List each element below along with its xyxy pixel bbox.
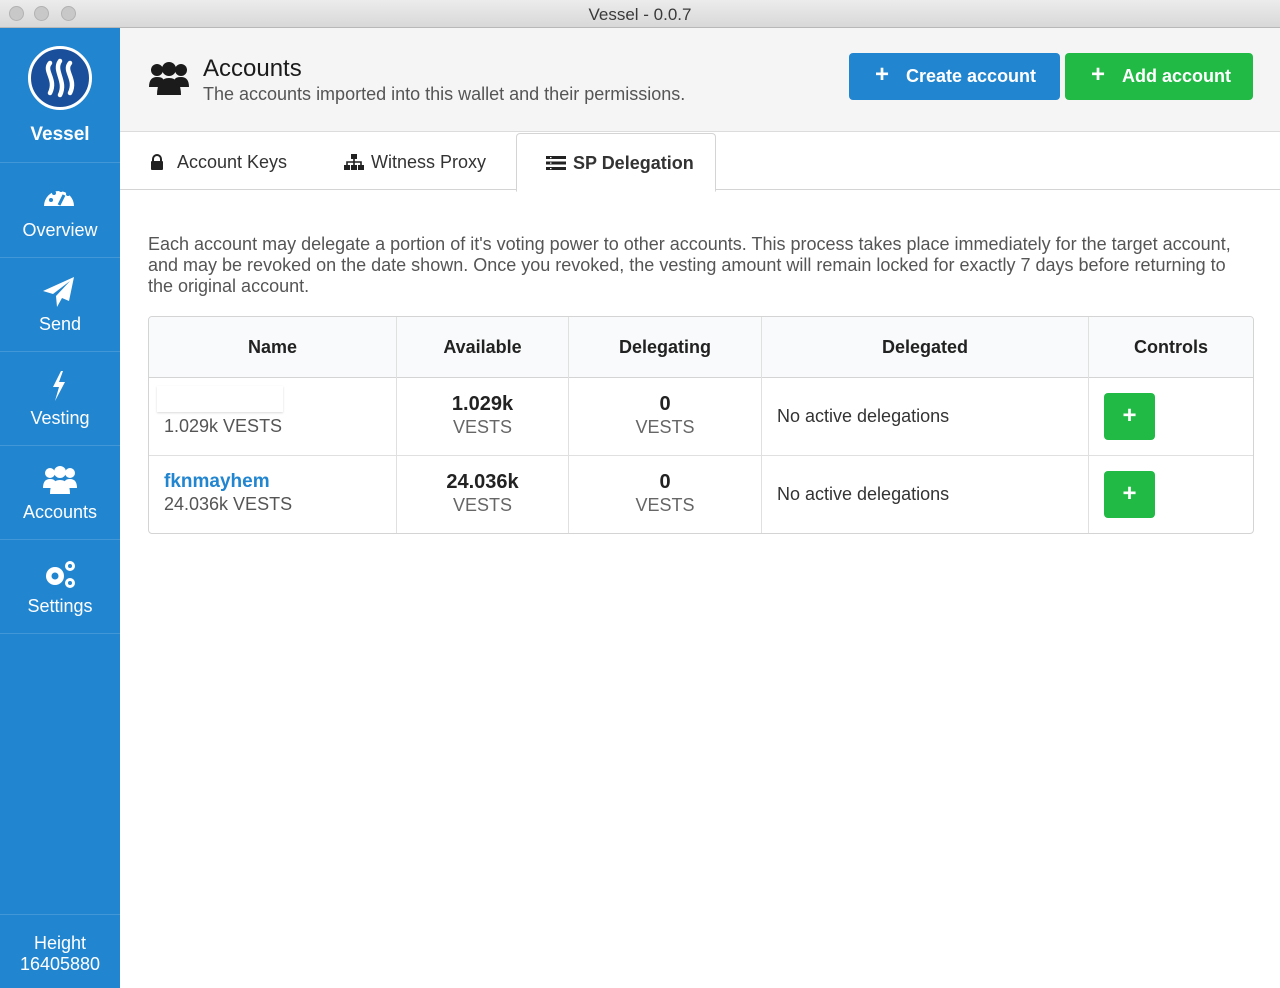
delegating-unit: VESTS [635,495,695,515]
tab-label: Account Keys [177,152,288,172]
sidebar-item-settings[interactable]: Settings [0,540,120,634]
brand-name: Vessel [30,124,90,145]
add-delegation-button[interactable]: + [1104,471,1155,518]
create-account-button[interactable]: + Create account [849,53,1060,100]
account-cell: fknmayhem 24.036k VESTS [149,456,397,533]
delegating-cell: 0 VESTS [569,456,762,533]
paper-plane-icon [43,277,74,307]
steem-logo-icon [28,46,92,110]
tab-label: Witness Proxy [371,152,487,172]
sitemap-icon [344,154,364,170]
available-cell: 24.036k VESTS [397,456,569,533]
lock-icon [151,154,163,170]
page-title: Accounts [203,55,302,82]
delegating-unit: VESTS [635,417,695,437]
account-cell: 1.029k VESTS [149,378,397,456]
sidebar-item-label: Settings [27,596,93,616]
available-unit: VESTS [452,495,513,515]
column-header-delegating: Delegating [569,317,762,378]
tab-label: SP Delegation [573,153,694,173]
delegating-value: 0 [659,471,671,493]
sidebar-item-accounts[interactable]: Accounts [0,446,120,540]
available-value: 1.029k [451,393,514,415]
page-header: Accounts The accounts imported into this… [120,28,1280,132]
available-cell: 1.029k VESTS [397,378,569,456]
plus-icon: + [875,61,890,88]
sidebar-item-label: Overview [22,220,98,240]
account-vests: 24.036k VESTS [164,494,293,514]
add-account-label: Add account [1122,66,1232,86]
redacted-account-name [157,386,283,412]
add-delegation-button[interactable]: + [1104,393,1155,440]
block-height: Height 16405880 [0,914,120,988]
delegated-status: No active delegations [777,484,950,504]
block-height-value: 16405880 [19,954,101,974]
account-name-link[interactable]: fknmayhem [164,471,270,493]
sidebar: Vessel Overview Send Vesting Accounts Se… [0,28,120,988]
delegation-table: Name Available Delegating Delegated Cont… [148,316,1254,534]
tab-witness-proxy[interactable]: Witness Proxy [342,132,517,190]
tab-sp-delegation[interactable]: SP Delegation [516,133,716,192]
dashboard-icon [44,188,74,206]
table-row: fknmayhem 24.036k VESTS 24.036k VESTS 0 … [149,456,1253,533]
create-account-label: Create account [906,66,1037,86]
available-value: 24.036k [446,471,519,493]
add-account-button[interactable]: + Add account [1065,53,1253,100]
delegated-cell: No active delegations [762,378,1089,456]
delegating-cell: 0 VESTS [569,378,762,456]
sidebar-item-send[interactable]: Send [0,258,120,352]
table-row: 1.029k VESTS 1.029k VESTS 0 VESTS No act… [149,378,1253,456]
users-icon [149,62,189,95]
column-header-delegated: Delegated [762,317,1089,378]
delegated-status: No active delegations [777,406,950,426]
settings-icon [46,561,75,588]
table-header: Name Available Delegating Delegated Cont… [149,317,1253,378]
column-header-name: Name [149,317,397,378]
sidebar-item-overview[interactable]: Overview [0,164,120,258]
sidebar-item-label: Send [38,314,82,334]
users-icon [43,466,77,494]
delegation-description: Each account may delegate a portion of i… [148,234,1231,296]
page-subtitle: The accounts imported into this wallet a… [203,84,686,104]
plus-icon: + [1091,61,1106,88]
tab-bar: Account Keys Witness Proxy SP Delegation [120,132,1280,192]
delegating-value: 0 [659,393,671,415]
sidebar-item-label: Vesting [30,408,90,428]
window-titlebar: Vessel - 0.0.7 [0,0,1280,28]
sidebar-item-vesting[interactable]: Vesting [0,352,120,446]
controls-cell: + [1089,378,1253,456]
brand[interactable]: Vessel [0,28,120,163]
delegated-cell: No active delegations [762,456,1089,533]
column-header-available: Available [397,317,569,378]
tab-account-keys[interactable]: Account Keys [150,132,310,190]
available-unit: VESTS [452,417,513,437]
column-header-controls: Controls [1134,337,1208,357]
controls-cell: + [1089,456,1253,533]
window-title: Vessel - 0.0.7 [588,5,692,24]
lightning-icon [53,371,65,401]
sidebar-item-label: Accounts [22,502,98,522]
block-height-label: Height [33,933,87,953]
account-vests: 1.029k VESTS [164,416,283,436]
list-icon [546,156,566,170]
